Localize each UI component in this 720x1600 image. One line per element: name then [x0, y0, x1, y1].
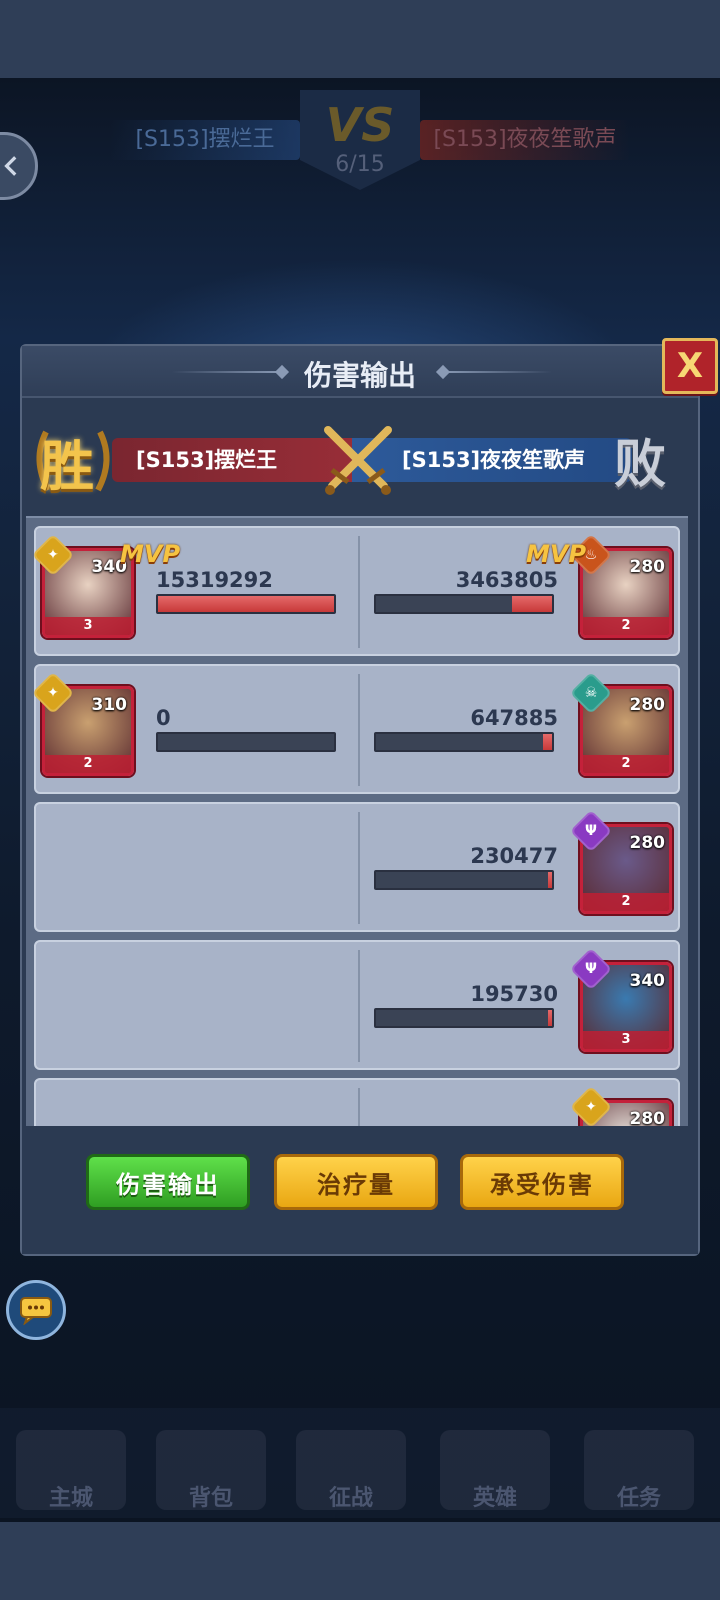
dialog-header: 伤害输出: [22, 346, 698, 398]
hero-row: 310 2 ✦ 0 280 2 ☠ 647885: [31, 664, 680, 794]
hero-star-rank: 3: [45, 617, 131, 635]
damage-value: 195730: [470, 982, 558, 1006]
stats-tab-bar: 伤害输出 治疗量 承受伤害: [22, 1130, 698, 1254]
faction-glyph: ✦: [47, 547, 59, 563]
faction-glyph: ☠: [584, 685, 598, 701]
mvp-badge: MVP: [120, 540, 181, 568]
back-arrow-icon: [4, 156, 17, 176]
hero-level: 280: [629, 833, 666, 853]
faction-glyph: ✦: [585, 1099, 597, 1115]
damage-bar: [374, 1008, 554, 1028]
vs-label: VS: [325, 98, 395, 152]
chat-bubble-icon: [20, 1297, 52, 1325]
damage-bar-fill: [543, 734, 552, 750]
tab-damage-taken[interactable]: 承受伤害: [460, 1154, 624, 1210]
mvp-badge: MVP: [526, 540, 587, 568]
round-counter: 6/15: [335, 152, 385, 177]
bg-right-team-name: [S153]夜夜笙歌声: [420, 120, 630, 160]
dialog-title: 伤害输出: [303, 359, 416, 392]
crossed-swords-icon: [324, 426, 392, 495]
hero-level: 280: [629, 1109, 666, 1126]
hero-row: 280 ✦: [34, 1078, 680, 1126]
hero-star-rank: 2: [45, 755, 131, 773]
hero-star-rank: 2: [583, 893, 669, 911]
tab-healing[interactable]: 治疗量: [274, 1154, 438, 1210]
hero-star-rank: 3: [583, 1031, 669, 1049]
row-divider: [358, 950, 360, 1062]
dock-campaign[interactable]: 征战: [296, 1430, 406, 1511]
damage-value: 230477: [470, 844, 558, 868]
hero-row: 280 2 Ψ 230477: [34, 802, 680, 932]
damage-bar: [374, 870, 554, 890]
damage-value: 15319292: [156, 568, 273, 592]
hero-level: 310: [91, 695, 128, 715]
damage-bar-fill: [548, 1010, 552, 1026]
faction-glyph: Ψ: [585, 961, 597, 977]
damage-value: 3463805: [455, 568, 558, 592]
victory-label: 胜: [40, 435, 94, 498]
damage-bar-fill: [548, 872, 552, 888]
faction-glyph: ✦: [47, 685, 59, 701]
row-divider: [358, 536, 360, 648]
close-button[interactable]: X: [662, 338, 718, 394]
damage-bar: [156, 594, 336, 614]
row-divider: [358, 674, 360, 786]
damage-bar-fill: [158, 596, 334, 612]
damage-bar: [374, 732, 554, 752]
title-ornament-right: [442, 371, 552, 373]
damage-value: 0: [156, 706, 171, 730]
dock-heroes[interactable]: 英雄: [440, 1430, 550, 1511]
hero-level: 280: [629, 695, 666, 715]
damage-bar: [156, 732, 336, 752]
hero-star-rank: 2: [583, 617, 669, 635]
tab-damage-output[interactable]: 伤害输出: [86, 1154, 250, 1210]
dock-tasks[interactable]: 任务: [584, 1430, 694, 1511]
hero-level: 280: [629, 557, 666, 577]
top-system-bar: [0, 0, 720, 78]
hero-row: 340 3 Ψ 195730: [34, 940, 680, 1070]
bottom-system-bar: [0, 1522, 720, 1600]
row-divider: [358, 812, 360, 924]
hero-damage-list[interactable]: 340 3 ✦ MVP 15319292 280 2 ♨ MVP 3463805 310 2 ✦ 0 280…: [26, 516, 688, 1126]
damage-stats-dialog: 伤害输出 X [S153]摆烂王 [S153]夜夜笙歌声 胜 败 340 3 ✦ MV…: [20, 338, 718, 1256]
bg-left-team-name: [S153]摆烂王: [110, 120, 300, 160]
dock-main-city[interactable]: 主城: [16, 1430, 126, 1511]
chat-button[interactable]: [6, 1280, 66, 1340]
damage-value: 647885: [470, 706, 558, 730]
hero-level: 340: [629, 971, 666, 991]
dock-backpack[interactable]: 背包: [156, 1430, 266, 1511]
hero-star-rank: 2: [583, 755, 669, 773]
faction-glyph: Ψ: [585, 823, 597, 839]
damage-bar-fill: [511, 596, 552, 612]
damage-bar: [374, 594, 554, 614]
row-divider: [358, 1088, 360, 1126]
hero-row: 340 3 ✦ MVP 15319292 280 2 ♨ MVP 3463805: [31, 526, 680, 656]
matchup-banner: [S153]摆烂王 [S153]夜夜笙歌声 胜 败: [22, 416, 698, 504]
defeat-label: 败: [614, 435, 667, 495]
